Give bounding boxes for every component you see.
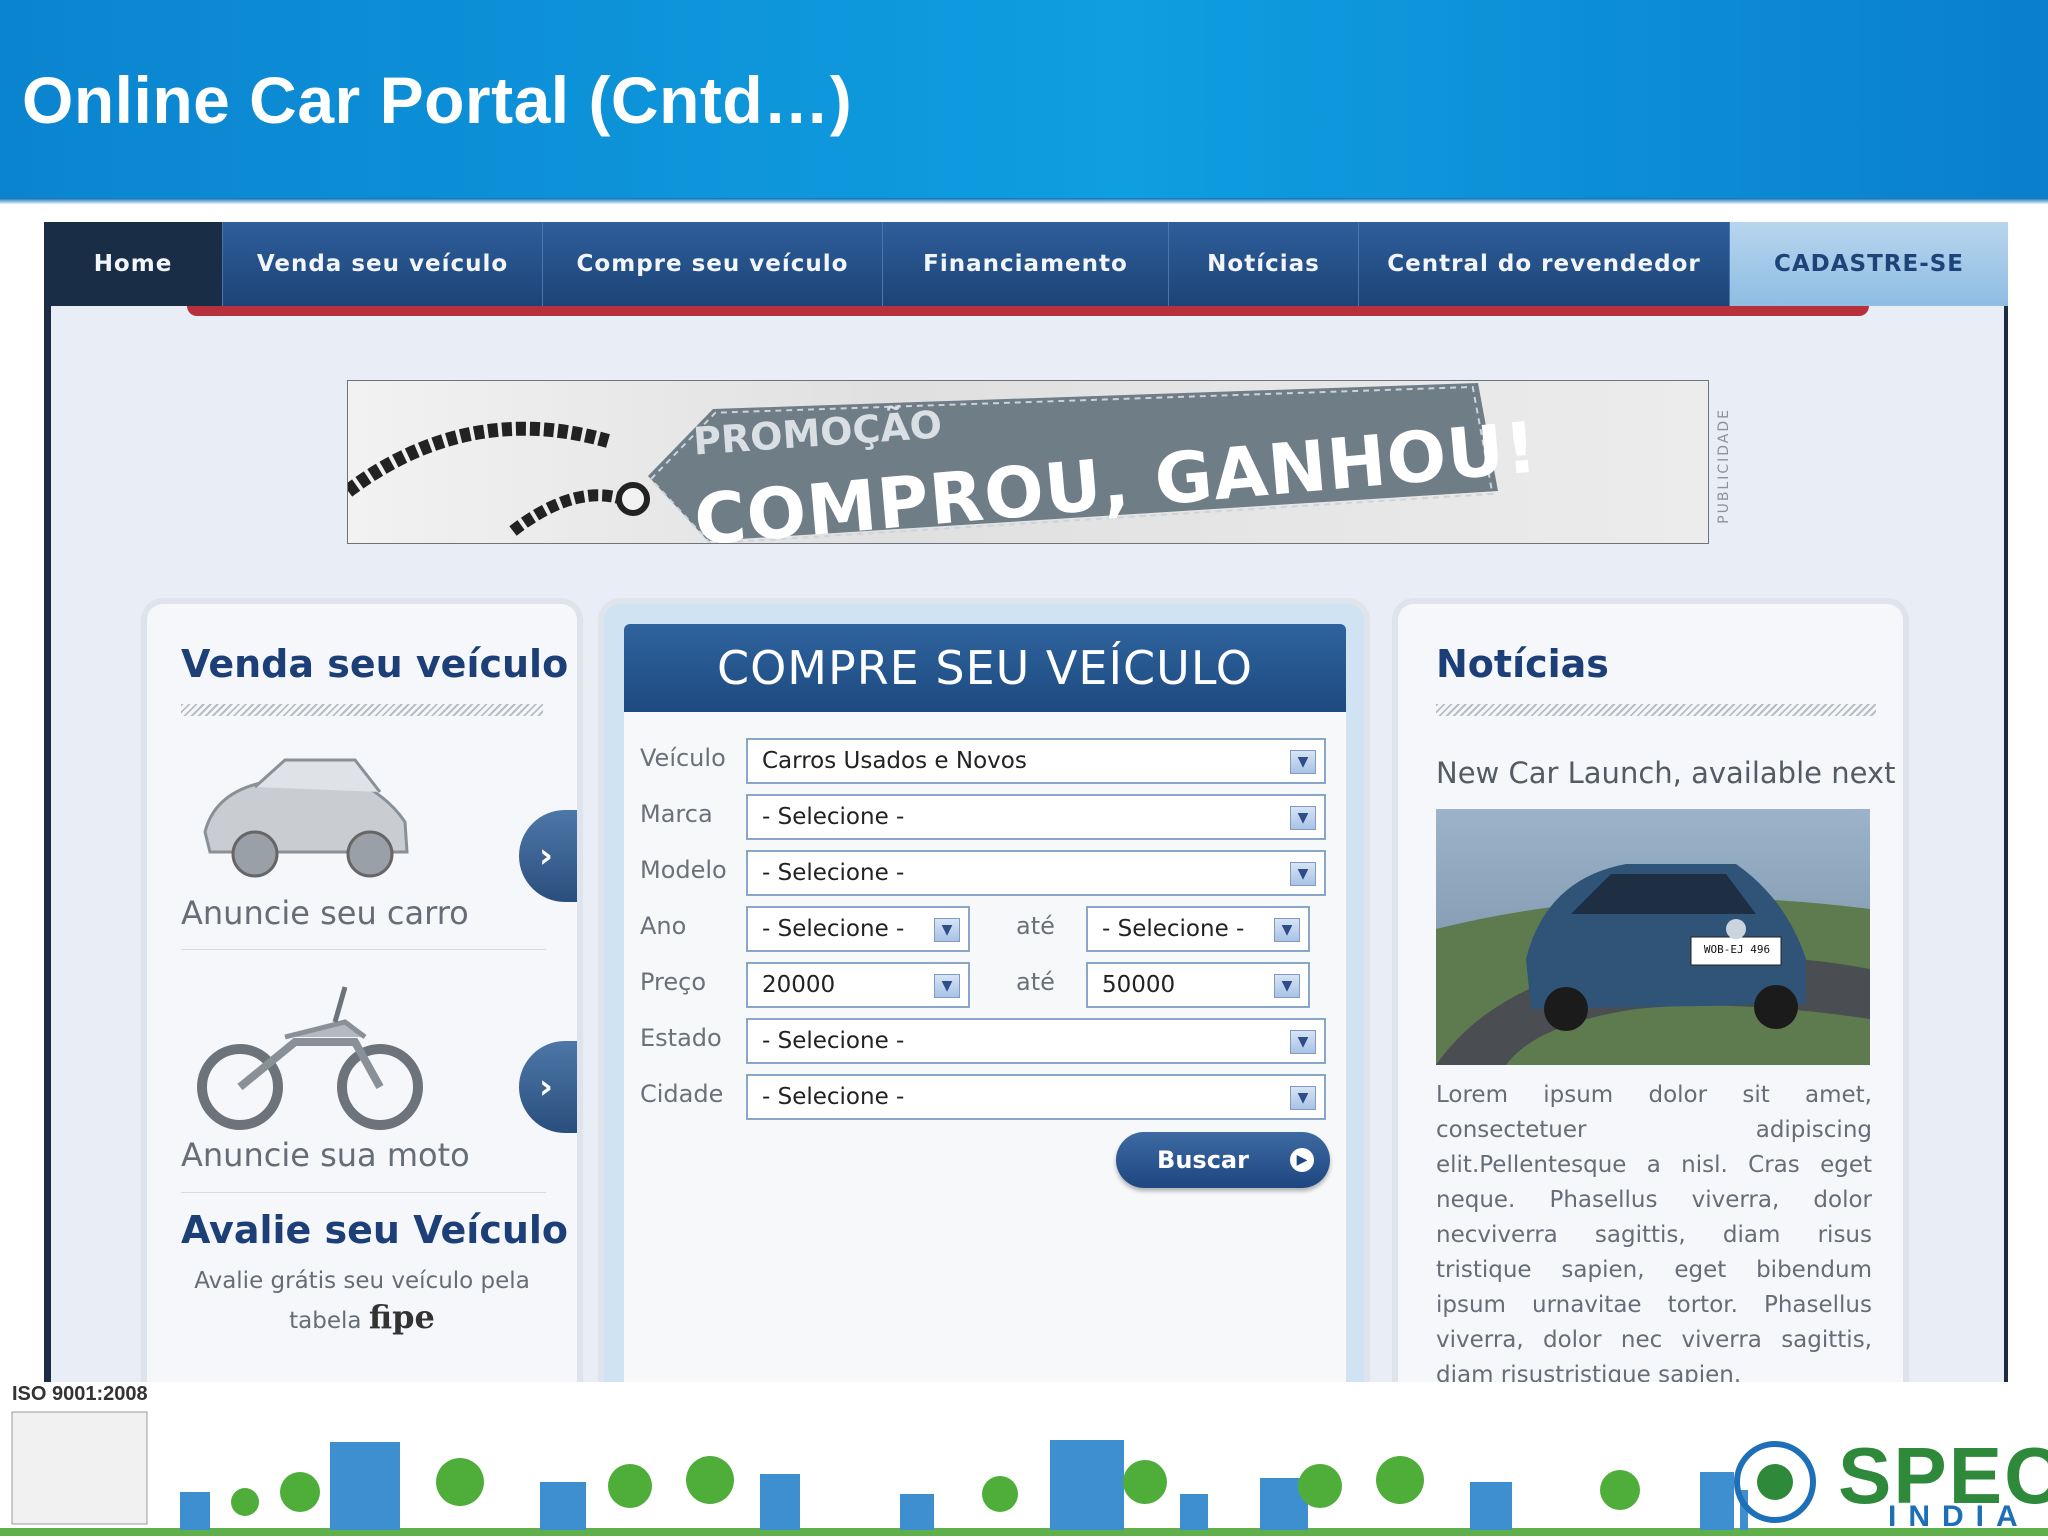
news-car-image[interactable]: WOB-EJ 496 <box>1436 809 1870 1065</box>
estado-select[interactable]: - Selecione - ▼ <box>746 1018 1326 1064</box>
ano-label: Ano <box>640 912 687 940</box>
iso-certification-label: ISO 9001:2008 <box>12 1383 148 1405</box>
nav-noticias[interactable]: Notícias <box>1169 222 1359 306</box>
marca-select-value: - Selecione - <box>762 804 905 830</box>
motorcycle-illustration <box>197 986 423 1130</box>
buy-title: COMPRE SEU VEÍCULO <box>624 624 1346 712</box>
veiculo-label: Veículo <box>640 744 726 772</box>
preco-to-select[interactable]: 50000 ▼ <box>1086 962 1310 1008</box>
rope-icon <box>348 421 610 497</box>
chevron-down-icon: ▼ <box>1290 806 1316 830</box>
nav-financiamento[interactable]: Financiamento <box>883 222 1169 306</box>
sell-title-rule <box>181 704 543 716</box>
cidade-label: Cidade <box>640 1080 724 1108</box>
publicidade-label: PUBLICIDADE <box>1716 408 1732 524</box>
slide-title: Online Car Portal (Cntd…) <box>22 63 853 137</box>
car-photo <box>1436 809 1870 1065</box>
news-title-rule <box>1436 704 1876 716</box>
header-divider <box>0 198 2048 204</box>
anuncie-moto-arrow-button[interactable]: › <box>519 1041 577 1133</box>
avalie-text-tabela: tabela <box>289 1308 362 1334</box>
city-skyline-illustration <box>0 1411 2048 1536</box>
sell-panel: Venda seu veículo › Anuncie seu carro › … <box>147 604 577 1382</box>
avalie-title[interactable]: Avalie seu Veículo <box>181 1208 568 1252</box>
license-plate: WOB-EJ 496 <box>1703 943 1771 956</box>
sell-divider-2 <box>181 1192 546 1193</box>
avalie-text: Avalie grátis seu veículo pela <box>194 1268 530 1294</box>
ano-to-value: - Selecione - <box>1102 916 1245 942</box>
tag-hole-icon <box>616 482 650 516</box>
preco-label: Preço <box>640 968 707 996</box>
buscar-button-label: Buscar <box>1157 1146 1249 1174</box>
preco-ate-label: até <box>1016 968 1055 996</box>
chevron-down-icon: ▼ <box>934 918 960 942</box>
anuncie-carro-arrow-button[interactable]: › <box>519 810 577 902</box>
chevron-down-icon: ▼ <box>1274 974 1300 998</box>
ano-ate-label: até <box>1016 912 1055 940</box>
website-screenshot: Home Venda seu veículo Compre seu veícul… <box>44 222 2008 1382</box>
news-title: Notícias <box>1436 642 1609 686</box>
ano-from-value: - Selecione - <box>762 916 905 942</box>
search-form: Veículo Carros Usados e Novos ▼ Marca - S… <box>624 712 1346 1382</box>
buscar-button[interactable]: Buscar ▶ <box>1116 1132 1330 1188</box>
chevron-down-icon: ▼ <box>1290 862 1316 886</box>
play-arrow-icon: ▶ <box>1290 1148 1314 1172</box>
news-panel: Notícias New Car Launch, available next … <box>1398 604 1903 1382</box>
chevron-right-icon: › <box>539 1067 554 1107</box>
sell-divider-1 <box>181 949 546 950</box>
chevron-down-icon: ▼ <box>1290 750 1316 774</box>
main-nav: Home Venda seu veículo Compre seu veícul… <box>44 222 2008 306</box>
news-body: Lorem ipsum dolor sit amet, consectetuer… <box>1436 1082 1872 1382</box>
preco-from-select[interactable]: 20000 ▼ <box>746 962 970 1008</box>
chevron-down-icon: ▼ <box>1274 918 1300 942</box>
cidade-select-value: - Selecione - <box>762 1084 905 1110</box>
buy-panel: COMPRE SEU VEÍCULO Veículo Carros Usados… <box>604 604 1364 1382</box>
marca-label: Marca <box>640 800 713 828</box>
preco-to-value: 50000 <box>1102 972 1176 998</box>
modelo-select[interactable]: - Selecione - ▼ <box>746 850 1326 896</box>
news-headline[interactable]: New Car Launch, available next <box>1436 756 1895 790</box>
ano-to-select[interactable]: - Selecione - ▼ <box>1086 906 1310 952</box>
chevron-right-icon: › <box>539 836 554 876</box>
promo-banner[interactable]: PROMOÇÃO COMPROU, GANHOU! <box>347 380 1709 544</box>
ano-from-select[interactable]: - Selecione - ▼ <box>746 906 970 952</box>
sell-title: Venda seu veículo <box>181 642 569 686</box>
nav-home[interactable]: Home <box>44 222 223 306</box>
spec-india-logo-sub: INDIA <box>1888 1500 2030 1533</box>
modelo-select-value: - Selecione - <box>762 860 905 886</box>
veiculo-select[interactable]: Carros Usados e Novos ▼ <box>746 738 1326 784</box>
modelo-label: Modelo <box>640 856 727 884</box>
avalie-text-line2: tabela fipe <box>181 1298 543 1336</box>
car-illustration <box>203 758 409 878</box>
estado-select-value: - Selecione - <box>762 1028 905 1054</box>
nav-compre-seu-veiculo[interactable]: Compre seu veículo <box>543 222 883 306</box>
preco-from-value: 20000 <box>762 972 836 998</box>
chevron-down-icon: ▼ <box>1290 1030 1316 1054</box>
chevron-down-icon: ▼ <box>934 974 960 998</box>
estado-label: Estado <box>640 1024 722 1052</box>
rope-icon-lower <box>509 489 631 536</box>
anuncie-carro-label[interactable]: Anuncie seu carro <box>181 894 469 932</box>
fipe-logo: fipe <box>368 1298 435 1336</box>
footer-band <box>0 1382 2048 1536</box>
cidade-select[interactable]: - Selecione - ▼ <box>746 1074 1326 1120</box>
nav-central-do-revendedor[interactable]: Central do revendedor <box>1359 222 1730 306</box>
nav-venda-seu-veiculo[interactable]: Venda seu veículo <box>223 222 543 306</box>
chevron-down-icon: ▼ <box>1290 1086 1316 1110</box>
nav-cadastre-se[interactable]: CADASTRE-SE <box>1730 222 2008 306</box>
marca-select[interactable]: - Selecione - ▼ <box>746 794 1326 840</box>
anuncie-moto-label[interactable]: Anuncie sua moto <box>181 1136 470 1174</box>
nav-accent-bar <box>187 306 1869 316</box>
veiculo-select-value: Carros Usados e Novos <box>762 748 1027 774</box>
